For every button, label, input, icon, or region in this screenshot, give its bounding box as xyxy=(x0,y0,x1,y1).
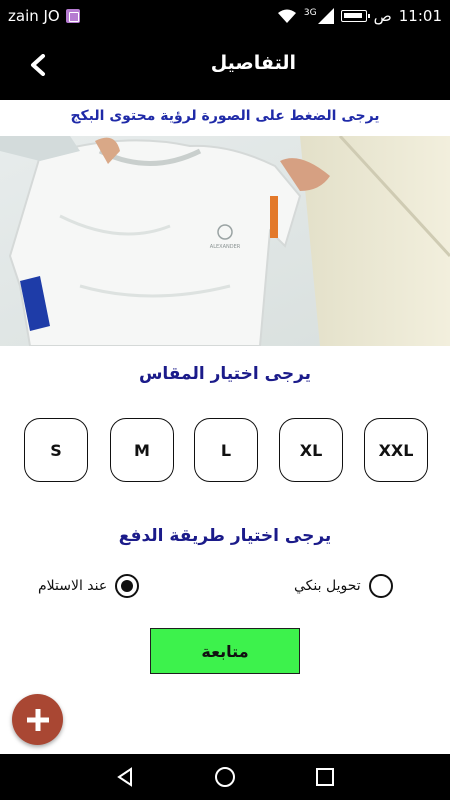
clock-label: 11:01 xyxy=(398,7,442,25)
status-bar: zain JO 3G ص 11:01 xyxy=(0,0,450,32)
radio-bank-transfer[interactable] xyxy=(368,574,393,598)
payment-option-label: تحويل بنكي xyxy=(294,578,361,594)
size-option-s[interactable]: S xyxy=(24,418,88,482)
size-option-l[interactable]: L xyxy=(194,418,258,482)
gallery-notification-icon xyxy=(65,9,80,23)
status-right: 3G ص 11:01 xyxy=(277,7,442,25)
image-hint: يرجى الضغط على الصورة لرؤية محتوى البكج xyxy=(70,108,380,124)
square-recents-icon xyxy=(316,768,334,786)
size-option-xxl[interactable]: XXL xyxy=(364,418,428,482)
size-section-title: يرجى اختيار المقاس xyxy=(138,364,312,384)
add-fab-button[interactable] xyxy=(12,694,63,745)
carrier-label: zain JO xyxy=(8,7,60,25)
am-pm-label: ص xyxy=(373,7,392,25)
size-option-xl[interactable]: XL xyxy=(279,418,343,482)
battery-icon xyxy=(340,10,370,22)
payment-option-cash-on-delivery[interactable]: عند الاستلام xyxy=(38,572,140,600)
size-option-m[interactable]: M xyxy=(110,418,174,482)
radio-cash-on-delivery[interactable] xyxy=(115,574,140,598)
continue-button[interactable]: متابعة xyxy=(150,628,300,674)
nav-recents-button[interactable] xyxy=(310,762,340,792)
size-options: XXL XL L M S xyxy=(24,418,428,482)
screen: zain JO 3G ص 11:01 التفاصيل يرجى الضغط ع… xyxy=(0,0,450,800)
nav-back-button[interactable] xyxy=(110,762,140,792)
chevron-left-icon xyxy=(31,54,45,76)
product-image[interactable]: ALEXANDER xyxy=(0,136,450,346)
triangle-back-icon xyxy=(117,767,132,787)
circle-home-icon xyxy=(215,767,235,787)
payment-option-label: عند الاستلام xyxy=(38,578,108,594)
nav-home-button[interactable] xyxy=(210,762,240,792)
shirt-logo-text: ALEXANDER xyxy=(210,244,241,250)
system-nav-bar xyxy=(0,754,450,800)
payment-section-title: يرجى اختيار طريقة الدفع xyxy=(118,526,332,546)
payment-option-bank-transfer[interactable]: تحويل بنكي xyxy=(294,572,393,600)
app-header: التفاصيل xyxy=(0,32,450,100)
page-title: التفاصيل xyxy=(210,52,296,74)
signal-icon: 3G xyxy=(304,8,334,24)
tshirt-photo: ALEXANDER xyxy=(0,136,450,346)
radio-selected-dot xyxy=(121,580,134,592)
plus-icon xyxy=(26,708,49,731)
network-type-label: 3G xyxy=(303,8,317,18)
status-left: zain JO xyxy=(8,7,80,25)
wifi-icon xyxy=(277,9,296,23)
back-button[interactable] xyxy=(24,50,54,80)
